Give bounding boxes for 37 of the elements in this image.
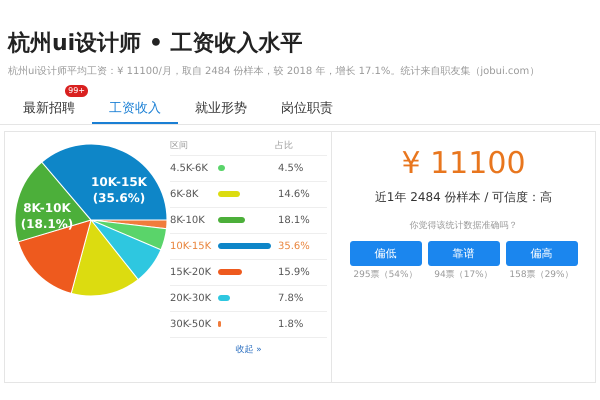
vote-count: 158票（29%）: [509, 269, 574, 282]
table-cell-text: 4.5%: [278, 162, 304, 176]
vote-button[interactable]: 偏高: [506, 241, 578, 266]
table-cell-text: 6K-8K: [170, 188, 200, 202]
salary-amount: ¥ 11100: [401, 146, 526, 182]
slice-label: (35.6%): [92, 190, 146, 205]
tab[interactable]: 就业形势: [178, 96, 264, 124]
table-cell-text: 15.9%: [278, 266, 310, 280]
tab[interactable]: 最新招聘: [6, 96, 92, 124]
column-header: 占比: [275, 140, 293, 152]
table-cell-text: 15K-20K: [170, 266, 212, 280]
table-cell-text: 14.6%: [278, 188, 310, 202]
tab[interactable]: 工资收入: [92, 96, 178, 124]
vote-count: 94票（17%）: [434, 269, 493, 282]
slice-label: 8K-10K: [23, 200, 71, 215]
tab[interactable]: 岗位职责: [264, 96, 350, 124]
vote-button[interactable]: 偏低: [350, 241, 422, 266]
table-cell-text: 30K-50K: [170, 318, 212, 332]
count-badge: 99+: [65, 85, 88, 97]
column-header: 区间: [170, 140, 189, 152]
vote-count: 295票（54%）: [353, 269, 418, 282]
sample-info: 近1年 2484 份样本 / 可信度：高: [374, 188, 552, 206]
table-cell-text: 8K-10K: [170, 214, 206, 228]
collapse-link[interactable]: 收起 »: [235, 344, 262, 358]
table-cell-text: 35.6%: [278, 240, 310, 254]
table-cell-text: 10K-15K: [170, 240, 212, 254]
table-cell-text: 18.1%: [278, 214, 310, 228]
slice-label: 10K-15K: [91, 174, 147, 189]
table-cell-text: 4.5K-6K: [170, 162, 209, 176]
vote-button[interactable]: 靠谱: [428, 241, 500, 266]
table-cell-text: 20K-30K: [170, 292, 212, 306]
slice-label: (18.1%): [20, 216, 74, 231]
feedback-question: 你觉得该统计数据准确吗？: [410, 220, 518, 233]
table-cell-text: 7.8%: [278, 292, 304, 306]
table-cell-text: 1.8%: [278, 318, 304, 332]
page-title: 杭州ui设计师 • 工资收入水平: [8, 30, 304, 58]
page-subtitle: 杭州ui设计师平均工资：¥ 11100/月，取自 2484 份样本，较 2018 年，增长 17.1%。统计来自职友集（jobui.com）: [8, 64, 540, 79]
